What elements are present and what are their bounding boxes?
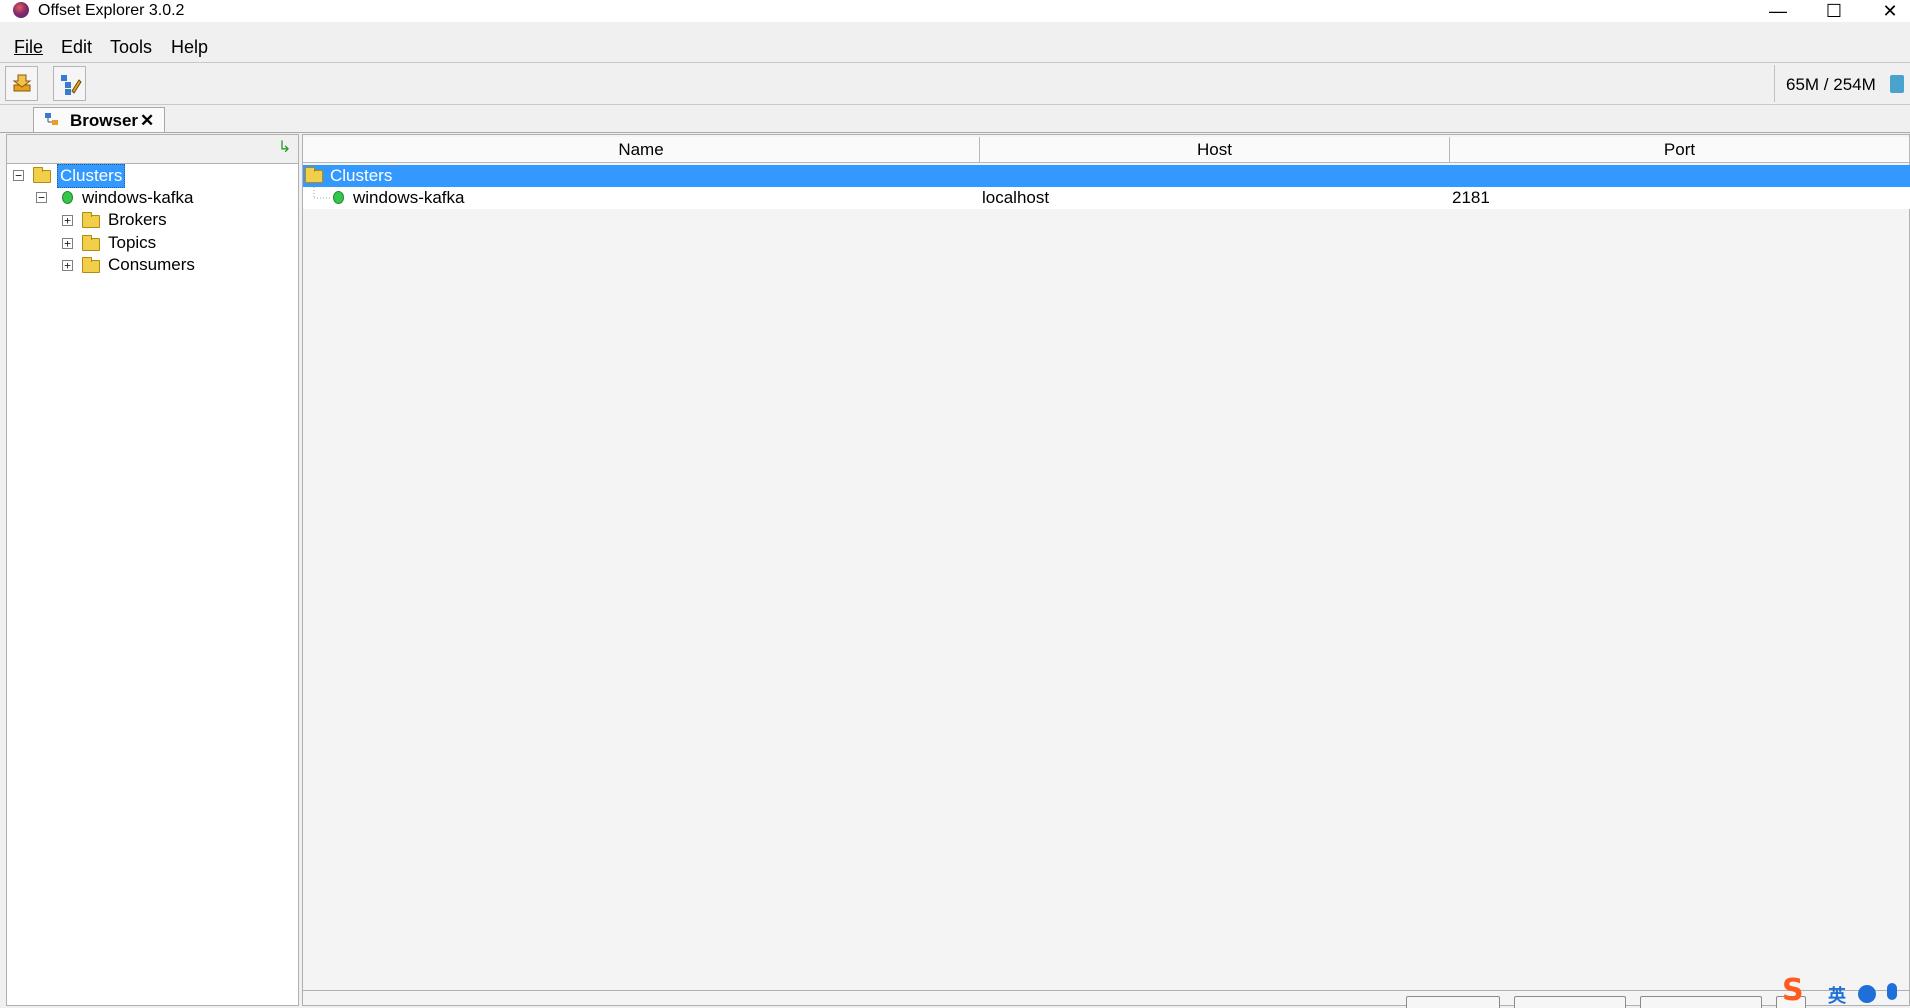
folder-icon <box>305 167 323 183</box>
column-header-name[interactable]: Name <box>303 137 980 163</box>
tree-node-clusters[interactable]: Clusters <box>57 164 126 188</box>
toolbar-divider-bottom <box>0 104 1910 105</box>
edit-connection-icon <box>61 75 82 95</box>
tab-close-button[interactable]: ✕ <box>140 110 154 132</box>
expand-toggle[interactable]: + <box>62 215 73 226</box>
connected-status-icon <box>333 191 344 204</box>
trash-icon[interactable] <box>1890 75 1904 93</box>
tree-node-consumers[interactable]: Consumers <box>108 254 195 276</box>
tab-divider <box>0 132 1910 133</box>
table-row[interactable]: windows-kafka localhost 2181 <box>303 187 1910 209</box>
collapse-toggle[interactable]: − <box>36 192 47 203</box>
edit-connection-button[interactable] <box>53 66 86 101</box>
window-title: Offset Explorer 3.0.2 <box>38 2 185 19</box>
menu-file[interactable]: File <box>14 36 43 58</box>
browser-tree-icon <box>44 112 62 128</box>
table-group-row[interactable]: Clusters <box>303 165 1910 187</box>
tab-label: Browser <box>70 111 139 130</box>
tree-node-brokers[interactable]: Brokers <box>108 209 167 231</box>
column-header-port[interactable]: Port <box>1450 137 1910 163</box>
tree-line <box>313 187 331 199</box>
reconnect-button[interactable] <box>1640 996 1762 1008</box>
folder-icon <box>82 257 100 273</box>
folder-icon <box>82 235 100 251</box>
tree-header <box>7 135 298 164</box>
offset-explorer-icon <box>13 2 29 18</box>
folder-icon <box>82 212 100 228</box>
group-row-label: Clusters <box>330 166 393 185</box>
connected-status-icon <box>62 191 73 204</box>
cell-name: windows-kafka <box>353 188 465 207</box>
add-connection-button[interactable] <box>5 66 38 101</box>
tree-node-topics[interactable]: Topics <box>108 232 156 254</box>
menu-edit[interactable]: Edit <box>61 36 92 58</box>
expand-toggle[interactable]: + <box>62 260 73 271</box>
add-cluster-button[interactable] <box>1406 996 1500 1008</box>
title-bar <box>0 0 1910 22</box>
collapse-toggle[interactable]: − <box>13 170 24 181</box>
minimize-button[interactable]: — <box>1750 0 1806 22</box>
cell-port: 2181 <box>1452 188 1490 207</box>
folder-icon <box>33 167 51 183</box>
menu-help[interactable]: Help <box>171 36 208 58</box>
bottom-divider <box>302 990 1910 991</box>
maximize-button[interactable]: ☐ <box>1806 0 1862 22</box>
toolbar-divider <box>0 62 1910 63</box>
cell-host: localhost <box>982 188 1050 207</box>
expand-toggle[interactable]: + <box>62 238 73 249</box>
tree-node-cluster[interactable]: windows-kafka <box>82 187 194 209</box>
close-window-button[interactable]: ✕ <box>1862 0 1910 22</box>
ime-language[interactable]: 英 <box>1828 982 1846 1008</box>
emoji-icon[interactable] <box>1858 985 1876 1003</box>
microphone-icon[interactable] <box>1887 983 1897 1000</box>
column-header-host[interactable]: Host <box>980 137 1450 163</box>
refresh-icon[interactable]: ↳ <box>278 140 294 156</box>
ime-logo[interactable]: S <box>1782 975 1822 1006</box>
menu-tools[interactable]: Tools <box>110 36 152 58</box>
cluster-table-panel <box>302 134 1910 1006</box>
delete-cluster-button[interactable] <box>1514 996 1626 1008</box>
add-connection-icon <box>12 74 32 92</box>
memory-usage: 65M / 254M <box>1786 75 1876 94</box>
